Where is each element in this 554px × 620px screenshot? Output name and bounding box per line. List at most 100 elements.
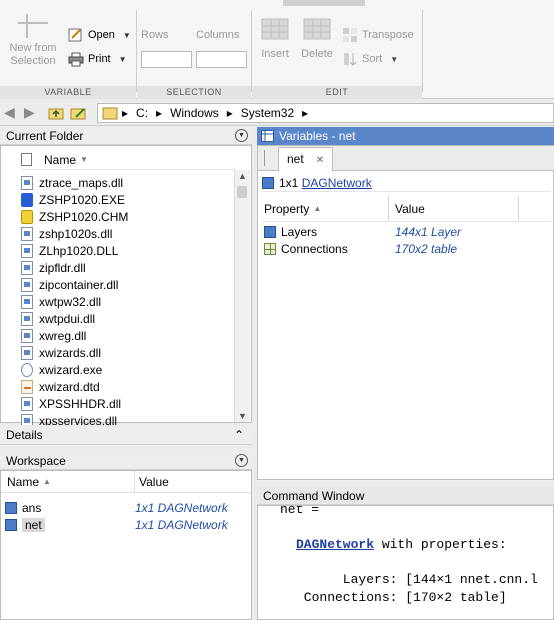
file-list-item[interactable]: XPSSHHDR.dll (21, 395, 235, 412)
path-segment-c[interactable]: C: (132, 106, 152, 120)
scroll-down-icon[interactable]: ▼ (238, 411, 247, 421)
close-tab-icon[interactable]: ✕ (316, 155, 324, 166)
command-output-line: Layers: [144×1 nnet.cnn.l (296, 572, 538, 587)
file-list-item[interactable]: xwreg.dll (21, 327, 235, 344)
sort-icon (344, 53, 357, 66)
path-separator-icon: ▸ (226, 106, 233, 120)
section-label-edit: EDIT (252, 86, 422, 99)
workspace-name-header-label: Name (7, 474, 40, 489)
dll-file-icon (21, 277, 33, 292)
file-list-item[interactable]: xwizards.dll (21, 344, 235, 361)
file-list-item[interactable]: xwizard.dtd (21, 378, 235, 395)
details-bar[interactable]: Details ⌃ (0, 425, 252, 445)
file-list-item[interactable]: zipcontainer.dll (21, 276, 235, 293)
columns-input[interactable] (196, 51, 247, 68)
back-arrow-icon[interactable]: ◀ (4, 104, 15, 121)
file-list-item[interactable]: ZSHP1020.CHM (21, 208, 235, 225)
up-folder-icon[interactable] (48, 105, 64, 121)
print-caret-icon[interactable]: ▼ (119, 55, 127, 64)
object-icon (5, 518, 17, 531)
path-separator-icon: ▸ (156, 106, 163, 120)
property-value[interactable]: 170x2 table (389, 242, 457, 256)
file-list-header[interactable]: Name ▼ (21, 150, 235, 170)
dagnetwork-link[interactable]: DAGNetwork (296, 537, 374, 552)
new-variable-icon (18, 14, 48, 38)
file-list-item[interactable]: ZSHP1020.EXE (21, 191, 235, 208)
rows-input[interactable] (141, 51, 192, 68)
address-bar: ◀ ▶ ▸ C: ▸ Windows ▸ System32 ▸ (0, 100, 554, 126)
property-column-header[interactable]: Property ▲ (262, 196, 389, 221)
object-icon (264, 225, 276, 238)
path-field[interactable]: ▸ C: ▸ Windows ▸ System32 ▸ (97, 103, 554, 123)
file-list-item[interactable]: ZLhp1020.DLL (21, 242, 235, 259)
scroll-up-icon[interactable]: ▲ (238, 171, 247, 181)
file-list-item[interactable]: ztrace_maps.dll (21, 174, 235, 191)
open-caret-icon[interactable]: ▼ (123, 31, 131, 40)
current-folder-panel: Name ▼ ztrace_maps.dll ZSHP1020.EXE ZSHP10… (0, 145, 252, 428)
table-icon (264, 242, 276, 255)
tab-grip-icon (264, 150, 266, 166)
file-list-item[interactable]: xwizard.exe (21, 361, 235, 378)
print-button[interactable]: Print ▼ (68, 51, 127, 67)
summary-class-link[interactable]: DAGNetwork (302, 176, 372, 190)
command-window-panel[interactable]: net = DAGNetwork with properties: Layers… (257, 505, 554, 620)
file-list-item[interactable]: zshp1020s.dll (21, 225, 235, 242)
sort-button[interactable]: Sort ▼ (342, 51, 398, 67)
workspace-name-header[interactable]: Name ▲ (1, 471, 135, 492)
file-list-scrollbar[interactable]: ▲ ▼ (234, 170, 250, 422)
path-segment-system32[interactable]: System32 (237, 106, 298, 120)
details-title: Details (6, 428, 43, 442)
panel-actions-icon[interactable]: ▼ (235, 129, 248, 142)
forward-arrow-icon[interactable]: ▶ (24, 104, 35, 121)
printer-icon (68, 52, 84, 67)
scrollbar-thumb[interactable] (237, 186, 247, 198)
file-list-item[interactable]: xwtpdui.dll (21, 310, 235, 327)
insert-button[interactable]: Insert (255, 16, 295, 61)
property-row[interactable]: Connections 170x2 table (262, 240, 551, 257)
panel-actions-icon[interactable]: ▼ (235, 454, 248, 467)
chevron-up-icon[interactable]: ⌃ (234, 425, 244, 445)
workspace-row[interactable]: ans 1x1 DAGNetwork (1, 499, 251, 516)
section-divider (136, 10, 137, 92)
command-output-line: net = (280, 505, 320, 517)
variable-name: net (22, 517, 45, 532)
file-name: xwizard.dtd (39, 379, 100, 394)
command-window-title-text: Command Window (263, 489, 365, 503)
file-name: ZLhp1020.DLL (39, 243, 119, 258)
variable-name: ans (22, 500, 42, 515)
workspace-row[interactable]: net 1x1 DAGNetwork (1, 516, 251, 533)
value-column-header[interactable]: Value (389, 196, 519, 221)
file-type-icon (21, 153, 32, 166)
browse-folder-icon[interactable] (70, 105, 88, 121)
dll-file-icon (21, 311, 33, 326)
columns-label: Columns (196, 29, 240, 41)
file-list-item[interactable]: zipfldr.dll (21, 259, 235, 276)
command-output-line: DAGNetwork with properties: (296, 537, 507, 552)
open-button[interactable]: Open ▼ (68, 27, 131, 43)
file-name: ztrace_maps.dll (39, 175, 124, 190)
path-segment-windows[interactable]: Windows (166, 106, 223, 120)
file-name: xwizard.exe (39, 362, 103, 377)
name-column-header[interactable]: Name (44, 153, 76, 167)
file-list-item[interactable]: xwtpw32.dll (21, 293, 235, 310)
tab-net[interactable]: net ✕ (278, 147, 334, 171)
new-from-selection-button[interactable]: New from Selection (4, 14, 62, 68)
property-row[interactable]: Layers 144x1 Layer (262, 223, 551, 240)
workspace-rows: ans 1x1 DAGNetwork net 1x1 DAGNetwork (1, 493, 251, 533)
exe-file-icon (21, 192, 33, 207)
dll-file-icon (21, 226, 33, 241)
section-label-variable: VARIABLE (0, 86, 136, 99)
file-name: xwizards.dll (39, 345, 102, 360)
file-name: xwreg.dll (39, 328, 87, 343)
delete-button[interactable]: Delete (298, 16, 336, 61)
new-from-selection-label: New from Selection (9, 42, 57, 67)
delete-label: Delete (301, 48, 333, 60)
section-label-selection: SELECTION (137, 86, 251, 99)
sort-caret-icon[interactable]: ▼ (390, 55, 398, 64)
variables-title-bar: Variables - net (257, 127, 554, 145)
property-value[interactable]: 144x1 Layer (389, 225, 461, 239)
transpose-button[interactable]: Transpose (342, 27, 414, 43)
transpose-label: Transpose (362, 29, 414, 41)
variable-value: 1x1 DAGNetwork (135, 500, 228, 515)
workspace-value-header[interactable]: Value (135, 475, 169, 489)
